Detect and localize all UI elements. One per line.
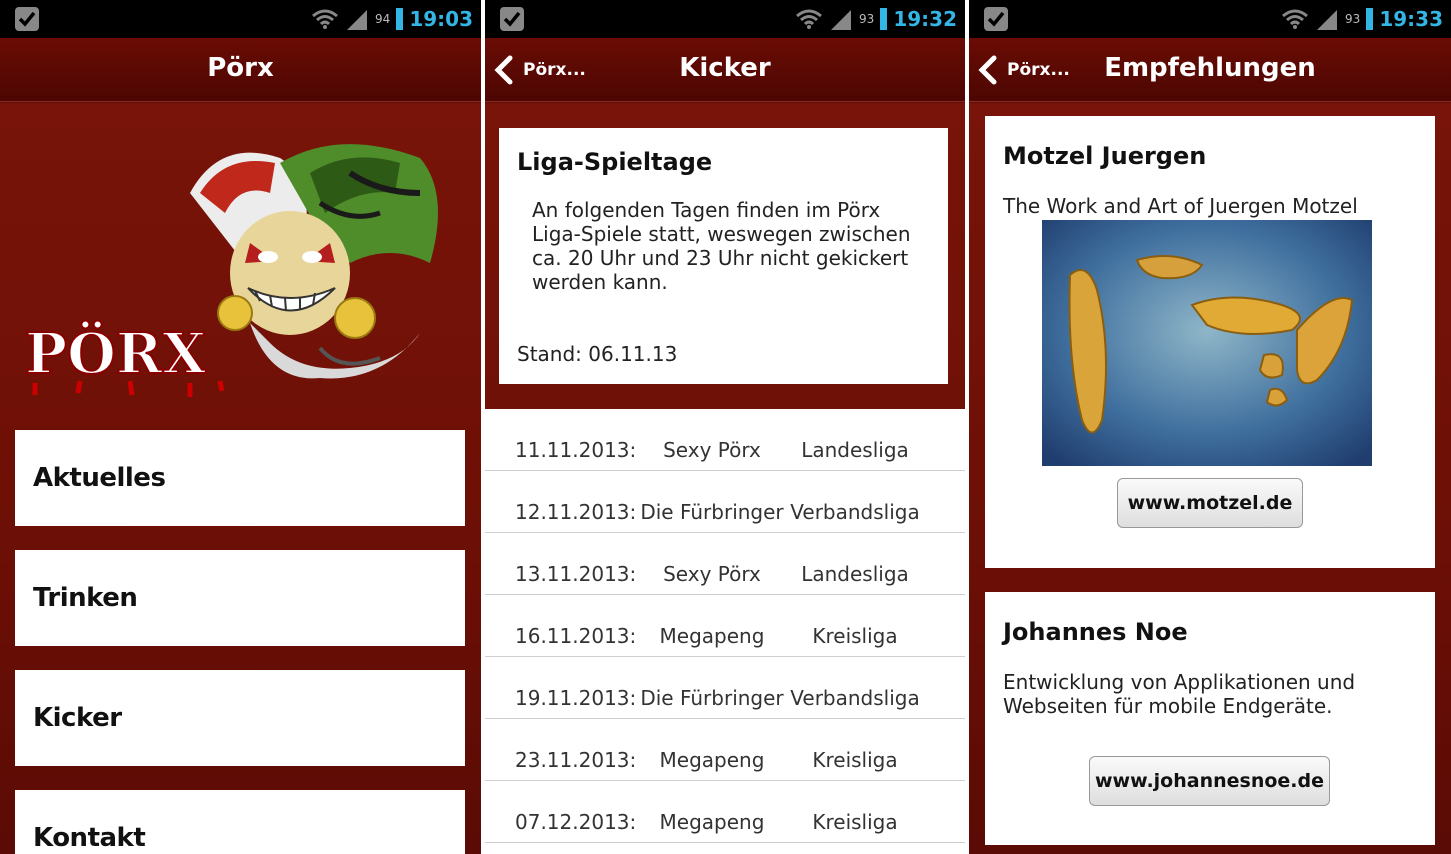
artwork-image (1042, 220, 1372, 466)
battery-level: 94 (375, 12, 391, 26)
wifi-icon (312, 9, 339, 29)
screen-main-menu: 94 19:03 Pörx PÖRX Aktuelles Trinken Kic… (0, 0, 481, 854)
menu-item-trinken[interactable]: Trinken (15, 550, 465, 646)
schedule-date: 16.11.2013: (515, 624, 637, 648)
card-stand: Stand: 06.11.13 (517, 342, 678, 366)
back-label: Pörx... (523, 60, 586, 80)
action-bar: Kicker Pörx... (485, 38, 965, 102)
menu-item-label: Aktuelles (33, 463, 166, 493)
back-button[interactable]: Pörx... (977, 38, 1070, 102)
schedule-team: Megapeng (659, 624, 765, 648)
wifi-icon (796, 9, 823, 29)
menu-item-label: Kontakt (33, 823, 146, 853)
list-item[interactable]: 12.11.2013: Die Fürbringer Verbandsliga (485, 471, 965, 533)
menu-item-kontakt[interactable]: Kontakt (15, 790, 465, 854)
schedule-team: Megapeng (659, 748, 765, 772)
content-area: Liga-Spieltage An folgenden Tagen finden… (485, 103, 965, 854)
schedule-date: 19.11.2013: (515, 686, 637, 710)
screen-empfehlungen: 93 19:33 Empfehlungen Pörx... Motzel Jue… (969, 0, 1451, 854)
porx-jester-logo: PÖRX (24, 144, 438, 397)
battery-level: 93 (859, 12, 875, 26)
status-bar: 94 19:03 (0, 0, 481, 38)
card-title: Liga-Spieltage (517, 148, 713, 176)
status-time: 19:33 (1379, 7, 1443, 31)
schedule-league: Landesliga (801, 562, 909, 586)
recommendation-text: The Work and Art of Juergen Motzel (1003, 194, 1358, 218)
action-bar: Empfehlungen Pörx... (969, 38, 1451, 102)
back-button[interactable]: Pörx... (493, 38, 586, 102)
content-area: PÖRX Aktuelles Trinken Kicker Kontakt (0, 103, 481, 854)
schedule-league: Landesliga (801, 438, 909, 462)
signal-icon (347, 10, 368, 30)
schedule-league: Verbandsliga (790, 686, 920, 710)
content-area: Motzel Juergen The Work and Art of Juerg… (969, 103, 1451, 854)
chevron-left-icon (978, 55, 997, 85)
schedule-team: Sexy Pörx (663, 562, 761, 586)
list-item[interactable]: 16.11.2013: Megapeng Kreisliga (485, 595, 965, 657)
status-bar: 93 19:32 (485, 0, 965, 38)
recommendation-text: Entwicklung von Applikationen und Websei… (1003, 670, 1356, 718)
action-bar: Pörx (0, 38, 481, 102)
schedule-date: 23.11.2013: (515, 748, 637, 772)
schedule-league: Kreisliga (812, 748, 898, 772)
checkmark-icon (500, 7, 524, 31)
list-item[interactable]: 11.11.2013: Sexy Pörx Landesliga (485, 409, 965, 471)
league-info-card: Liga-Spieltage An folgenden Tagen finden… (499, 128, 948, 384)
status-bar: 93 19:33 (969, 0, 1451, 38)
schedule-list: 11.11.2013: Sexy Pörx Landesliga 12.11.2… (485, 409, 965, 854)
schedule-team: Die Fürbringer (640, 500, 784, 524)
schedule-team: Die Fürbringer (640, 686, 784, 710)
logo-text: PÖRX (25, 320, 206, 387)
list-item[interactable]: 23.11.2013: Megapeng Kreisliga (485, 719, 965, 781)
checkmark-icon (15, 7, 39, 31)
schedule-team: Sexy Pörx (663, 438, 761, 462)
battery-icon (396, 8, 404, 30)
list-item[interactable]: 07.12.2013: Megapeng Kreisliga (485, 781, 965, 843)
signal-icon (1317, 10, 1338, 30)
battery-level: 93 (1345, 12, 1361, 26)
list-item[interactable]: 13.11.2013: Sexy Pörx Landesliga (485, 533, 965, 595)
schedule-date: 13.11.2013: (515, 562, 637, 586)
motzel-link-button[interactable]: www.motzel.de (1117, 478, 1303, 528)
recommendation-name: Johannes Noe (1003, 618, 1188, 646)
schedule-league: Kreisliga (812, 624, 898, 648)
card-description: An folgenden Tagen finden im Pörx Liga-S… (532, 198, 911, 294)
schedule-date: 12.11.2013: (515, 500, 637, 524)
menu-item-kicker[interactable]: Kicker (15, 670, 465, 766)
menu-item-label: Kicker (33, 703, 122, 733)
battery-icon (880, 8, 888, 30)
schedule-league: Kreisliga (812, 810, 898, 834)
johannesnoe-link-button[interactable]: www.johannesnoe.de (1089, 756, 1330, 806)
chevron-left-icon (494, 55, 513, 85)
screen-kicker: 93 19:32 Kicker Pörx... Liga-Spieltage A… (485, 0, 965, 854)
schedule-team: Megapeng (659, 810, 765, 834)
battery-icon (1366, 8, 1374, 30)
menu-item-label: Trinken (33, 583, 138, 613)
schedule-league: Verbandsliga (790, 500, 920, 524)
status-time: 19:03 (409, 7, 473, 31)
schedule-date: 07.12.2013: (515, 810, 637, 834)
schedule-date: 11.11.2013: (515, 438, 637, 462)
link-label: www.johannesnoe.de (1095, 770, 1324, 792)
list-item[interactable]: 19.11.2013: Die Fürbringer Verbandsliga (485, 657, 965, 719)
recommendation-card: Johannes Noe Entwicklung von Applikation… (985, 592, 1435, 845)
link-label: www.motzel.de (1127, 492, 1293, 514)
signal-icon (831, 10, 852, 30)
checkmark-icon (984, 7, 1008, 31)
recommendation-card: Motzel Juergen The Work and Art of Juerg… (985, 116, 1435, 568)
back-label: Pörx... (1007, 60, 1070, 80)
wifi-icon (1282, 9, 1309, 29)
page-title: Pörx (207, 53, 274, 83)
recommendation-name: Motzel Juergen (1003, 142, 1207, 170)
menu-item-aktuelles[interactable]: Aktuelles (15, 430, 465, 526)
status-time: 19:32 (893, 7, 957, 31)
